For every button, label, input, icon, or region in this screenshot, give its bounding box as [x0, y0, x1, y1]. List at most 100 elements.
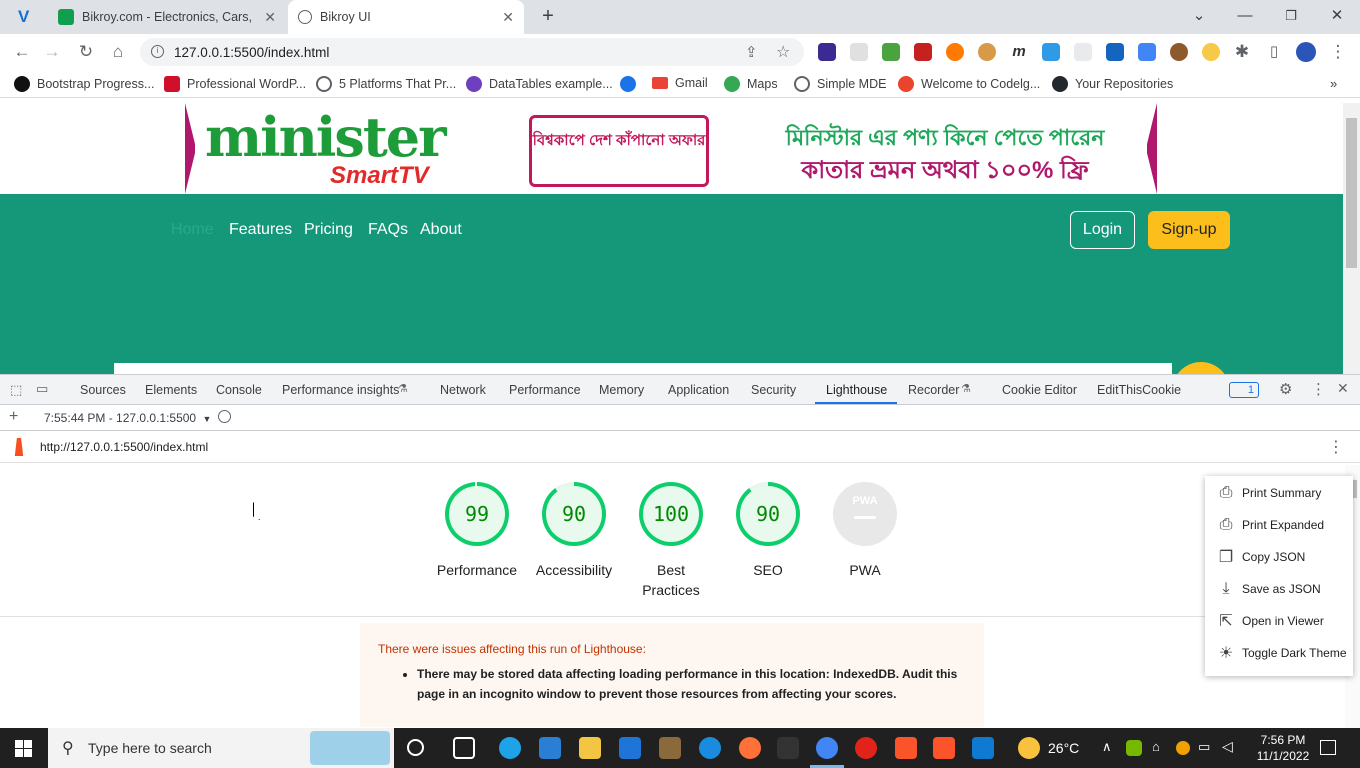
menu-item-copy-json[interactable]: ❐ Copy JSON [1215, 546, 1306, 568]
devtools-tab-elements[interactable]: Elements [145, 383, 197, 397]
page-scrollbar[interactable] [1343, 103, 1360, 374]
home-icon[interactable]: ⌂ [106, 40, 130, 64]
menu-item-print-summary[interactable]: ⎙ Print Summary [1215, 482, 1322, 504]
extension-icon[interactable] [946, 43, 964, 61]
clock-date[interactable]: 11/1/2022 [1253, 749, 1313, 763]
nvidia-icon[interactable] [1126, 740, 1142, 756]
tray-chevron-up-icon[interactable]: ∧ [1102, 739, 1112, 755]
weather-icon[interactable] [1018, 737, 1040, 759]
back-arrow-icon[interactable]: ← [10, 40, 34, 64]
cookie-icon[interactable] [1170, 43, 1188, 61]
close-window-button[interactable]: ✕ [1322, 4, 1352, 28]
score-gauge-pwa[interactable]: PWA PWA [820, 482, 910, 580]
clear-block-icon[interactable] [218, 410, 231, 423]
tab-search-chevron-icon[interactable]: ⌄ [1184, 4, 1214, 28]
score-gauge-performance[interactable]: 99 Performance [432, 482, 522, 580]
devtools-tab-memory[interactable]: Memory [599, 383, 644, 397]
extension-icon[interactable] [818, 43, 836, 61]
report-menu-icon[interactable]: ⋮ [1328, 437, 1344, 457]
minimize-button[interactable]: — [1230, 4, 1260, 28]
devtools-tab-performance[interactable]: Performance [509, 383, 581, 397]
inspect-element-icon[interactable]: ⬚ [10, 382, 22, 398]
extension-icon[interactable] [1074, 43, 1092, 61]
menu-item-open-viewer[interactable]: ⇱ Open in Viewer [1215, 610, 1324, 632]
devtools-tab-console[interactable]: Console [216, 383, 262, 397]
signup-button[interactable]: Sign-up [1148, 211, 1230, 249]
app-icon[interactable] [659, 737, 681, 759]
promo-banner[interactable]: minister SmartTV বিশ্বকাপে দেশ কাঁপানো অ… [185, 103, 1157, 194]
bookmark-item[interactable]: 5 Platforms That Pr... [316, 76, 456, 92]
new-report-plus-icon[interactable]: + [9, 408, 18, 426]
vscode-icon[interactable] [972, 737, 994, 759]
new-tab-button[interactable]: + [533, 4, 563, 28]
volume-icon[interactable]: ◁ [1222, 738, 1233, 755]
bookmark-item[interactable]: Welcome to Codelg... [898, 76, 1040, 92]
extension-icon[interactable] [1106, 43, 1124, 61]
notification-center-icon[interactable] [1320, 740, 1336, 755]
snipping-tool-icon[interactable] [777, 737, 799, 759]
taskbar-search-box[interactable]: ⚲ Type here to search [48, 728, 394, 768]
extension-icon[interactable]: m [1010, 43, 1028, 61]
settings-gear-icon[interactable]: ⚙ [1279, 380, 1292, 398]
extension-icon[interactable] [882, 43, 900, 61]
bookmark-item[interactable]: DataTables example... [466, 76, 613, 92]
reload-icon[interactable]: ↻ [74, 40, 98, 64]
login-button[interactable]: Login [1070, 211, 1135, 249]
more-options-icon[interactable]: ⋮ [1311, 380, 1326, 398]
devtools-tab-network[interactable]: Network [440, 383, 486, 397]
floating-action-button[interactable] [1172, 362, 1230, 374]
extension-icon[interactable] [914, 43, 932, 61]
address-bar[interactable]: i 127.0.0.1:5500/index.html ⇪ ☆ [140, 38, 804, 66]
task-view-icon[interactable] [453, 737, 475, 759]
bookmark-gmail[interactable]: Gmail [652, 76, 708, 90]
bookmark-item[interactable]: Simple MDE [794, 76, 886, 92]
close-devtools-icon[interactable]: ✕ [1337, 380, 1349, 397]
extension-icon[interactable] [1138, 43, 1156, 61]
bookmark-item[interactable]: Your Repositories [1052, 76, 1173, 92]
brave-icon[interactable] [895, 737, 917, 759]
network-icon[interactable]: ▭ [1198, 739, 1210, 755]
devtools-tab-editthiscookie[interactable]: EditThisCookie [1097, 383, 1181, 397]
browser-menu-icon[interactable]: ⋮ [1326, 40, 1350, 64]
extension-icon[interactable] [850, 43, 868, 61]
report-url[interactable]: http://127.0.0.1:5500/index.html [40, 440, 208, 454]
devtools-tab-performance-insights[interactable]: Performance insights [282, 383, 399, 397]
devtools-tab-lighthouse[interactable]: Lighthouse [826, 383, 887, 397]
site-info-icon[interactable]: i [151, 45, 164, 58]
more-bookmarks-chevron-icon[interactable]: » [1330, 76, 1337, 91]
browser-tab-bikroy[interactable]: Bikroy.com - Electronics, Cars, Pro ✕ [48, 0, 286, 34]
score-gauge-best-practices[interactable]: 100 Best Practices [626, 482, 716, 600]
menu-item-save-json[interactable]: ⤓ Save as JSON [1215, 578, 1320, 600]
tray-app-icon[interactable] [1176, 741, 1190, 755]
brave-icon[interactable] [933, 737, 955, 759]
report-selector[interactable]: 7:55:44 PM - 127.0.0.1:5500 ▼ [44, 411, 211, 425]
mail-icon[interactable] [619, 737, 641, 759]
side-panel-icon[interactable]: ▯ [1262, 40, 1286, 64]
devtools-tab-recorder[interactable]: Recorder [908, 383, 959, 397]
nav-link-faqs[interactable]: FAQs [368, 221, 408, 239]
onedrive-icon[interactable] [699, 737, 721, 759]
nav-link-about[interactable]: About [420, 221, 462, 239]
device-toolbar-icon[interactable]: ▭ [36, 381, 48, 397]
devtools-tab-application[interactable]: Application [668, 383, 729, 397]
page-scrollbar-thumb[interactable] [1346, 118, 1357, 268]
devtools-tab-sources[interactable]: Sources [80, 383, 126, 397]
close-tab-icon[interactable]: ✕ [502, 9, 514, 26]
clock-time[interactable]: 7:56 PM [1253, 733, 1313, 747]
devtools-tab-security[interactable]: Security [751, 383, 796, 397]
chrome-icon[interactable] [816, 737, 838, 759]
restore-button[interactable]: ❐ [1276, 4, 1306, 28]
nav-link-pricing[interactable]: Pricing [304, 221, 353, 239]
meet-now-icon[interactable]: ⌂ [1152, 739, 1160, 754]
cookie-icon[interactable] [978, 43, 996, 61]
menu-item-toggle-dark-theme[interactable]: ☀ Toggle Dark Theme [1215, 642, 1347, 664]
extension-icon[interactable] [1202, 43, 1220, 61]
bookmark-maps[interactable]: Maps [724, 76, 778, 92]
close-tab-icon[interactable]: ✕ [264, 9, 276, 26]
puzzle-extensions-icon[interactable]: ✱ [1230, 40, 1254, 64]
opera-icon[interactable] [855, 737, 877, 759]
edge-icon[interactable] [499, 737, 521, 759]
extension-icon[interactable] [1042, 43, 1060, 61]
score-gauge-accessibility[interactable]: 90 Accessibility [529, 482, 619, 580]
forward-arrow-icon[interactable]: → [40, 40, 64, 64]
